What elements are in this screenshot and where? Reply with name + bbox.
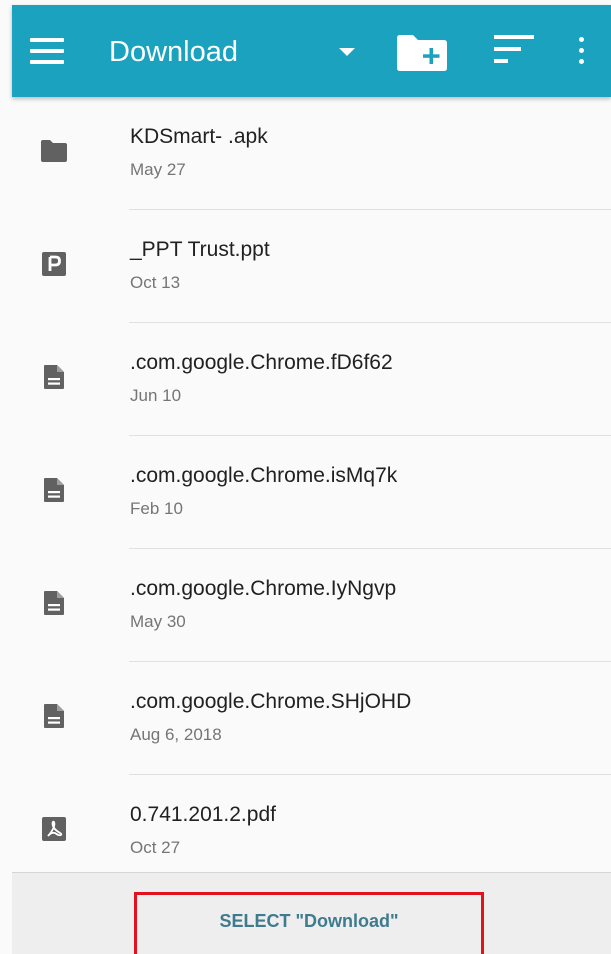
more-options-icon[interactable] <box>576 37 586 67</box>
file-row[interactable]: .com.google.Chrome.SHjOHD Aug 6, 2018 <box>12 662 611 775</box>
document-icon <box>40 702 68 730</box>
file-name: .com.google.Chrome.SHjOHD <box>130 690 412 713</box>
file-date: Aug 6, 2018 <box>130 725 222 744</box>
file-name: .com.google.Chrome.IyNgvp <box>130 577 397 600</box>
file-name: KDSmart- .apk <box>130 125 268 148</box>
folder-icon <box>40 137 68 165</box>
menu-icon[interactable] <box>30 38 64 64</box>
document-icon <box>40 363 68 391</box>
powerpoint-icon <box>40 250 68 278</box>
file-date: Oct 13 <box>130 273 181 292</box>
file-row[interactable]: .com.google.Chrome.fD6f62 Jun 10 <box>12 323 611 436</box>
file-name: .com.google.Chrome.fD6f62 <box>130 351 393 374</box>
file-row[interactable]: .com.google.Chrome.IyNgvp May 30 <box>12 549 611 662</box>
document-icon <box>40 589 68 617</box>
file-row[interactable]: _PPT Trust.ppt Oct 13 <box>12 210 611 323</box>
dropdown-arrow-icon[interactable] <box>339 48 355 56</box>
file-date: Feb 10 <box>130 499 183 518</box>
file-name: _PPT Trust.ppt <box>130 238 270 261</box>
file-date: May 30 <box>130 612 186 631</box>
file-name: .com.google.Chrome.isMq7k <box>130 464 398 487</box>
sort-icon[interactable] <box>494 35 534 65</box>
bottom-bar: SELECT "Download" <box>12 872 611 954</box>
file-name: 0.741.201.2.pdf <box>130 803 276 826</box>
new-folder-icon[interactable] <box>395 34 449 72</box>
select-folder-button[interactable]: SELECT "Download" <box>134 892 484 954</box>
file-row[interactable]: KDSmart- .apk May 27 <box>12 97 611 210</box>
document-icon <box>40 476 68 504</box>
file-date: May 27 <box>130 160 186 179</box>
folder-title[interactable]: Download <box>109 32 238 72</box>
file-row[interactable]: .com.google.Chrome.isMq7k Feb 10 <box>12 436 611 549</box>
file-date: Oct 27 <box>130 838 181 857</box>
pdf-icon <box>40 815 68 843</box>
app-bar: Download <box>12 5 611 97</box>
file-list: KDSmart- .apk May 27 _PPT Trust.ppt Oct … <box>12 97 611 888</box>
file-date: Jun 10 <box>130 386 182 405</box>
